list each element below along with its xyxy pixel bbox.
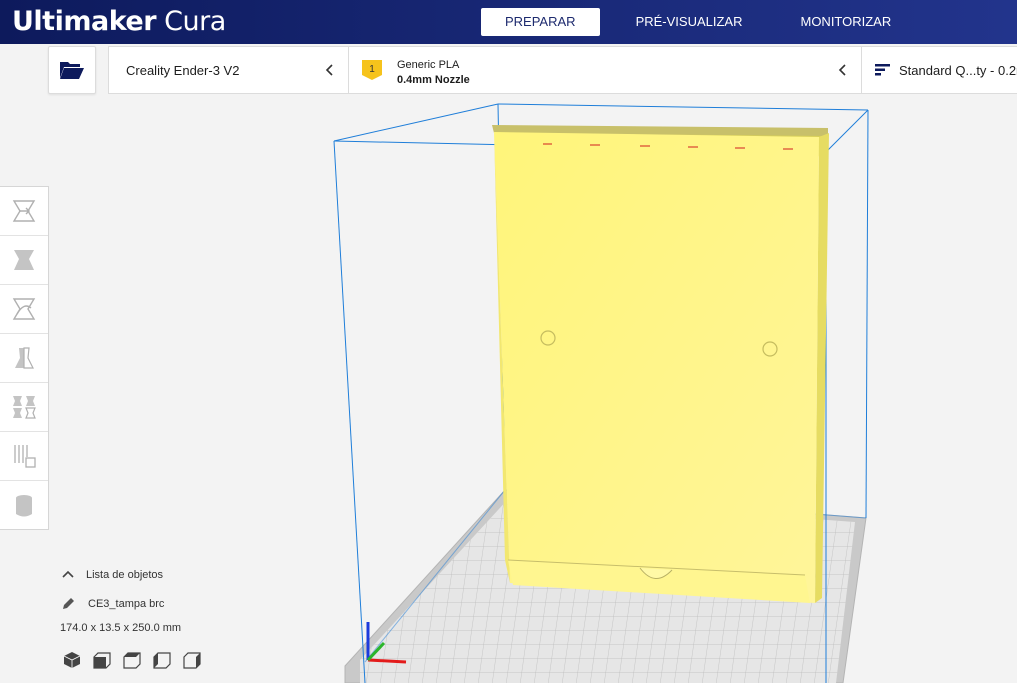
left-view-icon	[153, 652, 171, 669]
cylinder-icon	[16, 494, 32, 516]
material-name: Generic PLA	[397, 59, 460, 71]
tab-prepare[interactable]: PREPARAR	[481, 8, 600, 36]
print-settings-icon	[875, 64, 890, 76]
front-view-icon	[93, 652, 111, 669]
app-logo: Ultimaker Cura	[12, 6, 226, 37]
mirror-tool-button[interactable]	[0, 334, 48, 383]
tab-preview[interactable]: PRÉ-VISUALIZAR	[612, 8, 767, 36]
stage-tabs: PREPARAR PRÉ-VISUALIZAR MONITORIZAR	[481, 8, 921, 36]
move-icon	[12, 200, 36, 222]
extruder-badge-icon: 1	[362, 60, 382, 80]
rotate-icon	[12, 298, 36, 320]
svg-text:1: 1	[369, 64, 375, 75]
chevron-up-icon	[62, 570, 74, 578]
printer-name: Creality Ender-3 V2	[126, 62, 240, 78]
view-top-button[interactable]	[122, 650, 142, 670]
view-3d-button[interactable]	[62, 650, 82, 670]
scale-icon	[14, 250, 34, 270]
rotate-tool-button[interactable]	[0, 285, 48, 334]
quality-label: Standard Q...ty - 0.2mm	[899, 62, 1017, 78]
model-ce3-tampa[interactable]	[492, 125, 829, 603]
per-model-settings-icon	[13, 396, 36, 419]
view-right-button[interactable]	[182, 650, 202, 670]
camera-view-buttons	[62, 650, 212, 670]
3d-view-icon	[63, 652, 81, 668]
object-dimensions: 174.0 x 13.5 x 250.0 mm	[60, 622, 182, 634]
view-front-button[interactable]	[92, 650, 112, 670]
quality-selector[interactable]: Standard Q...ty - 0.2mm	[862, 46, 1017, 94]
cylinder-tool-button[interactable]	[0, 481, 48, 530]
tab-monitor[interactable]: MONITORIZAR	[776, 8, 915, 36]
nozzle-size: 0.4mm Nozzle	[397, 74, 470, 86]
scale-tool-button[interactable]	[0, 236, 48, 285]
view-left-button[interactable]	[152, 650, 172, 670]
object-name: CE3_tampa brc	[88, 598, 165, 610]
app-header: Ultimaker Cura PREPARAR PRÉ-VISUALIZAR M…	[0, 0, 1017, 44]
pencil-icon	[63, 598, 74, 609]
object-list-toggle[interactable]: Lista de objetos	[60, 566, 260, 584]
object-list-label: Lista de objetos	[86, 569, 164, 581]
open-file-button[interactable]	[48, 46, 96, 94]
print-setup-selector[interactable]: 1 Generic PLA 0.4mm Nozzle	[349, 46, 862, 94]
support-blocker-button[interactable]	[0, 432, 48, 481]
tool-panel	[0, 186, 49, 530]
right-view-icon	[183, 652, 201, 669]
chevron-left-icon	[838, 64, 846, 76]
object-name-row[interactable]: CE3_tampa brc	[60, 595, 260, 613]
move-tool-button[interactable]	[0, 187, 48, 236]
top-view-icon	[123, 652, 141, 669]
folder-open-icon	[60, 62, 84, 79]
chevron-left-icon	[325, 64, 333, 76]
printer-selector[interactable]: Creality Ender-3 V2	[108, 46, 349, 94]
support-blocker-icon	[14, 445, 36, 468]
per-model-settings-button[interactable]	[0, 383, 48, 432]
mirror-icon	[15, 347, 34, 369]
